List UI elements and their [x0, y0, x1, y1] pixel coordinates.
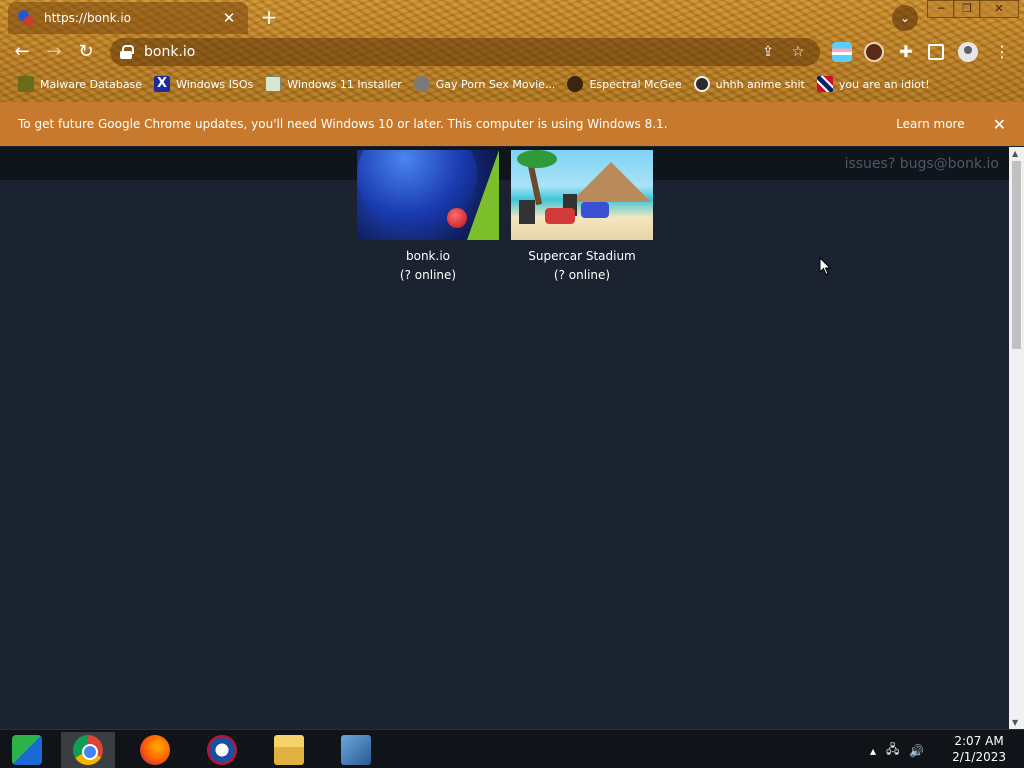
window-restore-button[interactable]: ❐	[953, 0, 981, 18]
window-close-button[interactable]: ✕	[979, 0, 1019, 18]
tab-search-chevron-icon[interactable]: ⌄	[892, 5, 918, 31]
learn-more-link[interactable]: Learn more	[896, 117, 964, 131]
chrome-icon	[73, 735, 103, 765]
clock-time: 2:07 AM	[954, 734, 1004, 748]
back-arrow-icon[interactable]: ←	[10, 40, 34, 64]
taskbar-settings[interactable]	[329, 732, 383, 768]
scroll-down-icon[interactable]: ▼	[1012, 718, 1018, 727]
start-button[interactable]	[0, 732, 54, 768]
browser-frame: https://bonk.io ✕ + ⌄ ─ ❐ ✕ ← → ↻ bonk.i…	[0, 0, 1024, 102]
chrome-menu-icon[interactable]: ⋮	[992, 42, 1012, 62]
url-text[interactable]: bonk.io	[144, 44, 750, 60]
infobar-close-icon[interactable]: ✕	[993, 115, 1006, 134]
page-content: issues? bugs@bonk.io bonk.io (? online) …	[0, 147, 1009, 729]
bookmark-label: you are an idiot!	[838, 77, 930, 91]
taskbar-opera[interactable]	[195, 732, 249, 768]
tab-title: https://bonk.io	[44, 11, 132, 25]
game-card-supercar[interactable]: Supercar Stadium (? online)	[511, 150, 653, 282]
taskbar: ▴ 🖧 🔊 2:07 AM 2/1/2023	[0, 729, 1024, 768]
bookmark-item[interactable]: Windows 11 Installer	[261, 76, 410, 92]
bookmark-item[interactable]: you are an idiot!	[813, 76, 938, 92]
game-card-bonk[interactable]: bonk.io (? online)	[357, 150, 499, 282]
bookmark-item[interactable]: uhhh anime shit	[690, 76, 813, 92]
bookmark-item[interactable]: Malware Database	[14, 76, 150, 92]
opera-icon	[207, 735, 237, 765]
scroll-up-icon[interactable]: ▲	[1012, 149, 1018, 158]
taskbar-file-explorer[interactable]	[262, 732, 316, 768]
taskbar-firefox[interactable]	[128, 732, 182, 768]
bookmark-star-icon[interactable]: ☆	[786, 44, 810, 60]
online-count: (? online)	[553, 268, 611, 282]
new-tab-button[interactable]: +	[258, 6, 280, 28]
extension-flag-icon[interactable]	[832, 42, 852, 62]
tab-close-icon[interactable]: ✕	[220, 9, 238, 27]
x-icon: X	[154, 76, 171, 92]
extension-avatar-icon[interactable]	[864, 42, 884, 62]
settings-app-icon	[341, 735, 371, 765]
bookmarks-bar: Malware Database X Windows ISOs Windows 1…	[0, 72, 1024, 96]
bookmark-label: Malware Database	[40, 77, 143, 91]
bookmark-label: Espectral McGee	[589, 77, 682, 91]
firefox-icon	[140, 735, 170, 765]
taskbar-chrome[interactable]	[61, 732, 115, 768]
system-tray: ▴ 🖧 🔊	[870, 740, 924, 761]
avatar-icon	[567, 76, 584, 92]
window-minimize-button[interactable]: ─	[927, 0, 955, 18]
taskbar-clock[interactable]: 2:07 AM 2/1/2023	[952, 733, 1006, 765]
extensions-puzzle-icon[interactable]: ✚	[896, 42, 916, 62]
forward-arrow-icon[interactable]: →	[42, 40, 66, 64]
bookmark-item[interactable]: Gay Porn Sex Movie...	[410, 76, 564, 92]
tray-chevron-icon[interactable]: ▴	[870, 744, 876, 758]
bookmark-label: Windows 11 Installer	[287, 77, 402, 91]
scroll-thumb[interactable]	[1012, 161, 1021, 349]
profile-icon[interactable]	[958, 42, 978, 62]
reload-icon[interactable]: ↻	[74, 40, 98, 64]
folder-icon	[274, 735, 304, 765]
flag-icon	[816, 76, 833, 92]
infobar-message: To get future Google Chrome updates, you…	[18, 117, 668, 131]
share-icon[interactable]: ⇪	[756, 44, 780, 60]
update-infobar: To get future Google Chrome updates, you…	[0, 102, 1024, 146]
volume-icon[interactable]: 🔊	[909, 744, 924, 758]
bookmark-label: Gay Porn Sex Movie...	[435, 77, 556, 91]
network-icon[interactable]: 🖧	[886, 740, 899, 761]
malware-icon	[18, 76, 34, 92]
bookmark-label: uhhh anime shit	[715, 77, 805, 91]
game-name: bonk.io	[405, 249, 450, 263]
contact-text: issues? bugs@bonk.io	[844, 156, 999, 172]
bookmark-item[interactable]: Espectral McGee	[563, 76, 689, 92]
bonk-thumbnail[interactable]	[357, 150, 499, 240]
anime-icon	[693, 76, 710, 92]
bonk-favicon-icon	[18, 10, 34, 26]
start-icon	[12, 735, 42, 765]
bookmark-label: Windows ISOs	[176, 77, 254, 91]
site-icon	[413, 76, 430, 92]
page-top-band: issues? bugs@bonk.io	[0, 147, 1009, 180]
installer-icon	[265, 76, 282, 92]
lock-icon[interactable]	[120, 45, 134, 59]
supercar-thumbnail[interactable]	[511, 150, 653, 240]
address-bar[interactable]: bonk.io ⇪ ☆	[110, 38, 820, 66]
online-count: (? online)	[399, 268, 457, 282]
bookmark-item[interactable]: X Windows ISOs	[150, 76, 261, 92]
clock-date: 2/1/2023	[952, 750, 1006, 764]
mouse-cursor-icon	[819, 257, 832, 276]
game-name: Supercar Stadium	[528, 249, 636, 263]
tab-bonk[interactable]: https://bonk.io ✕	[8, 2, 248, 34]
side-panel-icon[interactable]	[928, 44, 944, 60]
page-scrollbar[interactable]: ▲ ▼	[1009, 147, 1024, 729]
